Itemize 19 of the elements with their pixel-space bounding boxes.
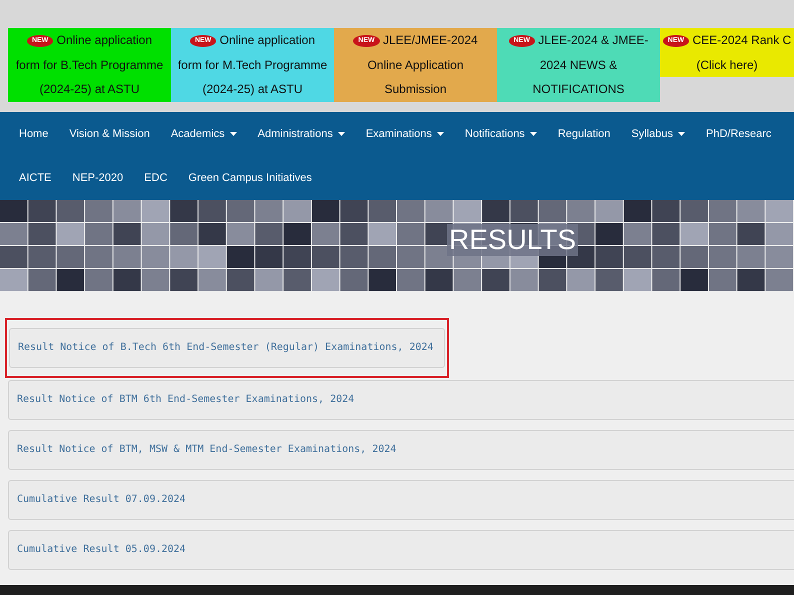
nav-menu-item[interactable]: AICTE: [10, 156, 60, 200]
nav-menu-item[interactable]: Green Campus Initiatives: [179, 156, 321, 200]
result-link[interactable]: Cumulative Result 07.09.2024: [8, 480, 794, 520]
nav-menu-item[interactable]: Notifications: [456, 112, 546, 156]
page-title: RESULTS: [447, 224, 578, 256]
nav-menu-item[interactable]: Administrations: [248, 112, 354, 156]
result-link[interactable]: Result Notice of BTM, MSW & MTM End-Semester Examinations, 2024: [8, 430, 794, 470]
nav-menu-item[interactable]: Vision & Mission: [60, 112, 159, 156]
result-link[interactable]: Result Notice of BTM 6th End-Semester Examinations, 2024: [8, 380, 794, 420]
nav-menu-item[interactable]: EDC: [135, 156, 176, 200]
nav-menu-item[interactable]: Syllabus: [622, 112, 694, 156]
nav-menu-item[interactable]: PhD/Researc: [696, 112, 780, 156]
nav-menu-item[interactable]: Academics: [162, 112, 246, 156]
nav-menu-item[interactable]: Regulation: [548, 112, 620, 156]
nav-menu-item[interactable]: Examinations: [356, 112, 453, 156]
nav-menu-item[interactable]: Home: [10, 112, 58, 156]
result-link[interactable]: Cumulative Result 05.09.2024: [8, 530, 794, 570]
result-link[interactable]: Result Notice of B.Tech 6th End-Semester (Regular) Examinations, 2024: [9, 328, 445, 368]
nav-menu-item[interactable]: NEP-2020: [63, 156, 132, 200]
